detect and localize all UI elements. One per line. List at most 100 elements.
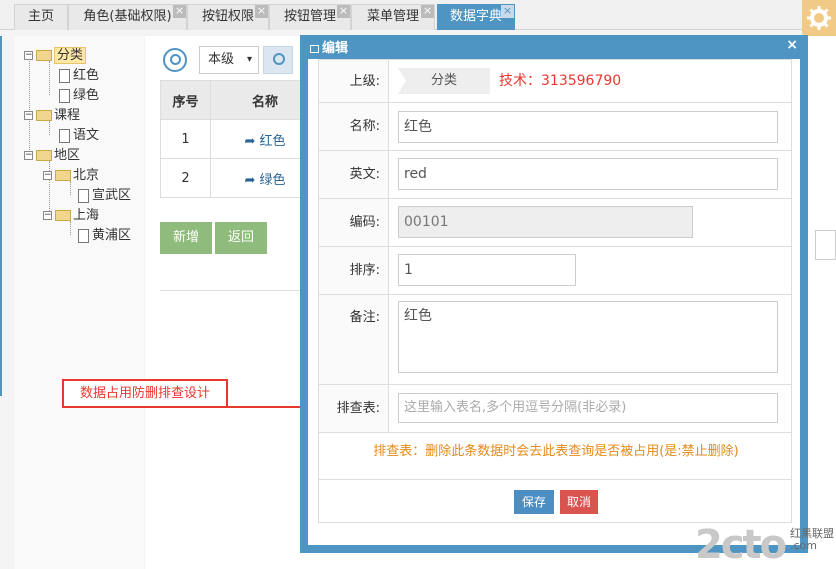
search-button[interactable] bbox=[263, 46, 293, 74]
dialog-body: 上级: 分类 技术：313596790 名称: 红色 英文: red 编码: 0… bbox=[308, 59, 800, 545]
edit-icon[interactable]: ➦ bbox=[244, 173, 255, 188]
tab-menu-manage[interactable]: 菜单管理 × bbox=[351, 4, 435, 30]
remark-label: 备注: bbox=[319, 295, 389, 384]
folder-icon bbox=[55, 210, 71, 221]
english-label: 英文: bbox=[319, 151, 389, 198]
tree-node-category[interactable]: − 分类 bbox=[24, 47, 87, 65]
cancel-button[interactable]: 取消 bbox=[560, 490, 599, 514]
collapse-icon[interactable]: − bbox=[24, 111, 33, 120]
edit-form: 上级: 分类 技术：313596790 名称: 红色 英文: red 编码: 0… bbox=[318, 59, 792, 523]
tab-button-manage[interactable]: 按钮管理 × bbox=[269, 4, 351, 30]
window-icon bbox=[310, 44, 319, 53]
remark-textarea[interactable]: 红色 bbox=[398, 301, 778, 373]
tab-button-permission[interactable]: 按钮权限 × bbox=[187, 4, 269, 30]
tab-role[interactable]: 角色(基础权限) × bbox=[68, 4, 187, 30]
close-icon[interactable]: × bbox=[421, 5, 434, 18]
tree-node-huangpu[interactable]: 黄浦区 bbox=[78, 227, 131, 245]
order-input[interactable]: 1 bbox=[398, 254, 576, 286]
tree-node-label: 课程 bbox=[54, 108, 81, 123]
collapse-icon[interactable]: − bbox=[24, 151, 33, 160]
edit-dialog: 编辑 × 上级: 分类 技术：313596790 名称: 红色 英文: red … bbox=[300, 35, 808, 553]
tree-node-region[interactable]: − 地区 bbox=[24, 147, 80, 165]
dialog-buttons: 保存 取消 bbox=[319, 490, 793, 514]
tab-label: 按钮权限 bbox=[201, 9, 254, 24]
background-control bbox=[815, 230, 836, 260]
tab-home[interactable]: 主页 bbox=[14, 4, 68, 30]
check-table-hint: 排查表：删除此条数据时会去此表查询是否被占用(是:禁止删除) bbox=[373, 444, 739, 459]
tab-label: 按钮管理 bbox=[283, 9, 336, 24]
row-no: 2 bbox=[160, 158, 211, 198]
close-icon[interactable]: × bbox=[501, 5, 514, 18]
annotation-label: 数据占用防删排查设计 bbox=[62, 379, 228, 408]
level-select-value: 本级 bbox=[208, 52, 235, 67]
watermark-url: .com bbox=[790, 539, 817, 552]
level-select[interactable]: 本级 ▾ bbox=[199, 46, 259, 74]
add-button[interactable]: 新增 bbox=[160, 222, 212, 254]
name-label: 名称: bbox=[319, 103, 389, 150]
parent-tag: 分类 bbox=[398, 68, 490, 94]
settings-button[interactable] bbox=[802, 0, 836, 36]
close-icon[interactable]: × bbox=[786, 36, 798, 54]
english-row: 英文: red bbox=[319, 150, 791, 198]
close-icon[interactable]: × bbox=[173, 5, 186, 18]
name-row: 名称: 红色 bbox=[319, 102, 791, 150]
order-row: 排序: 1 bbox=[319, 246, 791, 294]
tree-node-shanghai[interactable]: − 上海 bbox=[43, 207, 99, 225]
left-edge bbox=[0, 36, 2, 396]
dictionary-table: 序号 名称 1 ➦ 红色 2 ➦ 绿色 bbox=[160, 80, 320, 198]
file-icon bbox=[59, 68, 70, 83]
row-no: 1 bbox=[160, 119, 211, 159]
collapse-icon[interactable]: − bbox=[43, 211, 52, 220]
tree-node-label: 黄浦区 bbox=[92, 228, 132, 243]
code-input[interactable]: 00101 bbox=[398, 206, 693, 238]
close-icon[interactable]: × bbox=[337, 5, 350, 18]
collapse-icon[interactable]: − bbox=[43, 171, 52, 180]
tab-label: 数据字典 bbox=[449, 9, 502, 24]
dictionary-tree: − 分类 红色 绿色 − 课程 语文 − 地区 − 北京 宣武区 − 上海 黄浦区 bbox=[14, 36, 144, 569]
tree-node-beijing[interactable]: − 北京 bbox=[43, 167, 99, 185]
tab-label: 角色(基础权限) bbox=[83, 9, 172, 24]
remark-row: 备注: 红色 bbox=[319, 294, 791, 384]
tab-label: 主页 bbox=[27, 9, 54, 24]
parent-row: 上级: 分类 技术：313596790 bbox=[319, 59, 791, 102]
tree-node-chinese[interactable]: 语文 bbox=[59, 127, 99, 145]
tree-guide bbox=[49, 61, 50, 95]
watermark-logo: 2cto 红黑联盟 .com bbox=[695, 522, 836, 569]
tree-node-label: 语文 bbox=[73, 128, 100, 143]
check-table-input[interactable]: 这里输入表名,多个用逗号分隔(非必录) bbox=[398, 393, 778, 423]
tree-node-label: 宣武区 bbox=[92, 188, 132, 203]
edit-icon[interactable]: ➦ bbox=[244, 134, 255, 149]
check-table-label: 排查表: bbox=[319, 385, 389, 432]
save-button[interactable]: 保存 bbox=[513, 490, 554, 514]
order-label: 排序: bbox=[319, 247, 389, 294]
button-row: 保存 取消 bbox=[319, 479, 791, 522]
collapse-icon[interactable]: − bbox=[24, 51, 33, 60]
tree-node-xuanwu[interactable]: 宣武区 bbox=[78, 187, 131, 205]
tech-note: 技术：313596790 bbox=[499, 73, 622, 89]
row-name-link[interactable]: 绿色 bbox=[260, 173, 286, 188]
table-row: 1 ➦ 红色 bbox=[160, 119, 320, 159]
check-table-row: 排查表: 这里输入表名,多个用逗号分隔(非必录) bbox=[319, 384, 791, 432]
table-header-row: 序号 名称 bbox=[160, 80, 320, 120]
folder-icon bbox=[36, 150, 52, 161]
dialog-title-text: 编辑 bbox=[322, 41, 349, 56]
tree-node-label: 上海 bbox=[73, 208, 100, 223]
dialog-title: 编辑 bbox=[310, 40, 348, 58]
search-icon[interactable] bbox=[163, 48, 187, 72]
folder-icon bbox=[55, 170, 71, 181]
tree-node-red[interactable]: 红色 bbox=[59, 67, 99, 85]
row-name-link[interactable]: 红色 bbox=[260, 134, 286, 149]
file-icon bbox=[59, 88, 70, 103]
tab-data-dictionary[interactable]: 数据字典 × bbox=[437, 4, 515, 30]
close-icon[interactable]: × bbox=[255, 5, 268, 18]
tree-node-green[interactable]: 绿色 bbox=[59, 87, 99, 105]
name-input[interactable]: 红色 bbox=[398, 111, 778, 143]
file-icon bbox=[78, 188, 89, 203]
hint-row: 排查表：删除此条数据时会去此表查询是否被占用(是:禁止删除) bbox=[319, 432, 791, 479]
english-input[interactable]: red bbox=[398, 158, 778, 190]
tree-node-label: 绿色 bbox=[73, 88, 100, 103]
watermark-sub: 红黑联盟 .com bbox=[790, 528, 834, 552]
tree-node-course[interactable]: − 课程 bbox=[24, 107, 80, 125]
column-header-no: 序号 bbox=[160, 80, 211, 120]
back-button[interactable]: 返回 bbox=[215, 222, 267, 254]
